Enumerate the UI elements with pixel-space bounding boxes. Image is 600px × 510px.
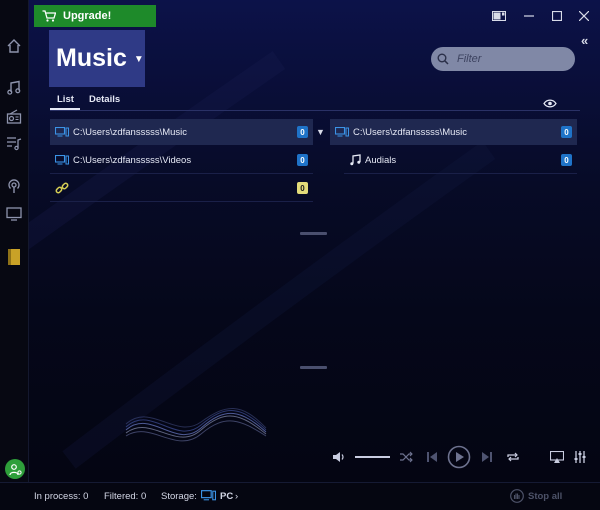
list-item-label: C:\Users\zdfansssss\Music	[353, 126, 468, 138]
list-item-label: Audials	[365, 154, 397, 166]
list-item[interactable]: Audials 0	[344, 147, 577, 173]
volume-slider[interactable]	[355, 456, 390, 458]
sidebar	[0, 0, 29, 509]
list-item[interactable]: C:\Users\zdfansssss\Videos 0	[50, 147, 313, 173]
pc-icon	[335, 127, 349, 137]
folder-book-icon[interactable]	[3, 246, 25, 268]
filter-box[interactable]	[431, 47, 575, 71]
in-process-status: In process: 0	[34, 491, 89, 502]
eye-icon[interactable]	[543, 95, 557, 113]
count-badge: 0	[297, 154, 308, 166]
tab-list[interactable]: List	[57, 94, 74, 105]
upgrade-button[interactable]: Upgrade!	[34, 5, 156, 27]
close-icon[interactable]	[573, 8, 595, 24]
filter-input[interactable]	[455, 52, 569, 66]
splitter-handle[interactable]	[300, 366, 327, 369]
filtered-status: Filtered: 0	[104, 491, 147, 502]
shuffle-icon[interactable]	[398, 443, 414, 471]
music-note-icon	[350, 154, 361, 166]
count-badge: 0	[297, 182, 308, 194]
list-item-label: C:\Users\zdfansssss\Videos	[73, 154, 192, 166]
splitter-handle[interactable]	[300, 232, 327, 235]
minimize-icon[interactable]	[518, 8, 540, 24]
list-item[interactable]: 0	[50, 175, 313, 201]
music-note-icon[interactable]	[3, 77, 25, 99]
stop-all-button[interactable]: Stop all	[510, 489, 562, 503]
layout-toggle-icon[interactable]	[488, 8, 510, 24]
sound-wave-decoration	[125, 408, 267, 442]
radio-icon[interactable]	[3, 106, 25, 128]
volume-icon[interactable]	[330, 443, 348, 471]
pc-icon	[200, 490, 216, 504]
tab-details[interactable]: Details	[89, 94, 120, 105]
chevron-right-icon[interactable]: ›	[235, 491, 238, 502]
equalizer-icon[interactable]	[571, 443, 589, 471]
playlist-icon[interactable]	[3, 132, 25, 154]
pc-icon	[55, 155, 69, 165]
collapse-panel-icon[interactable]: «	[581, 33, 588, 48]
maximize-icon[interactable]	[546, 8, 568, 24]
row-divider	[344, 173, 577, 174]
podcast-icon[interactable]	[3, 175, 25, 197]
row-divider	[50, 201, 313, 202]
cast-icon[interactable]	[548, 443, 566, 471]
tab-divider	[50, 110, 580, 111]
cart-icon	[42, 10, 56, 22]
play-icon[interactable]	[446, 443, 472, 471]
upgrade-label: Upgrade!	[63, 10, 112, 22]
repeat-icon[interactable]	[504, 443, 522, 471]
storage-label: Storage:	[161, 491, 197, 502]
home-icon[interactable]	[3, 35, 25, 57]
stop-hand-icon	[510, 489, 524, 503]
list-item[interactable]: C:\Users\zdfansssss\Music 0	[50, 119, 313, 145]
page-title: Music	[56, 44, 127, 72]
status-bar: In process: 0 Filtered: 0 Storage: PC › …	[0, 482, 600, 510]
search-icon	[437, 53, 449, 65]
row-divider	[50, 173, 313, 174]
previous-icon[interactable]	[425, 443, 439, 471]
storage-selector[interactable]: PC	[220, 491, 233, 502]
monitor-icon[interactable]	[3, 203, 25, 225]
account-settings-icon[interactable]	[5, 459, 25, 479]
chevron-down-icon: ▼	[133, 54, 144, 65]
category-selector[interactable]: Music ▼	[49, 30, 145, 87]
link-icon	[55, 182, 69, 194]
list-item-label: C:\Users\zdfansssss\Music	[73, 126, 188, 138]
list-item[interactable]: C:\Users\zdfansssss\Music 0	[330, 119, 577, 145]
count-badge: 0	[561, 126, 572, 138]
count-badge: 0	[297, 126, 308, 138]
stop-all-label: Stop all	[528, 490, 563, 502]
count-badge: 0	[561, 154, 572, 166]
pc-icon	[55, 127, 69, 137]
next-icon[interactable]	[480, 443, 494, 471]
chevron-down-icon[interactable]: ▼	[316, 127, 325, 137]
